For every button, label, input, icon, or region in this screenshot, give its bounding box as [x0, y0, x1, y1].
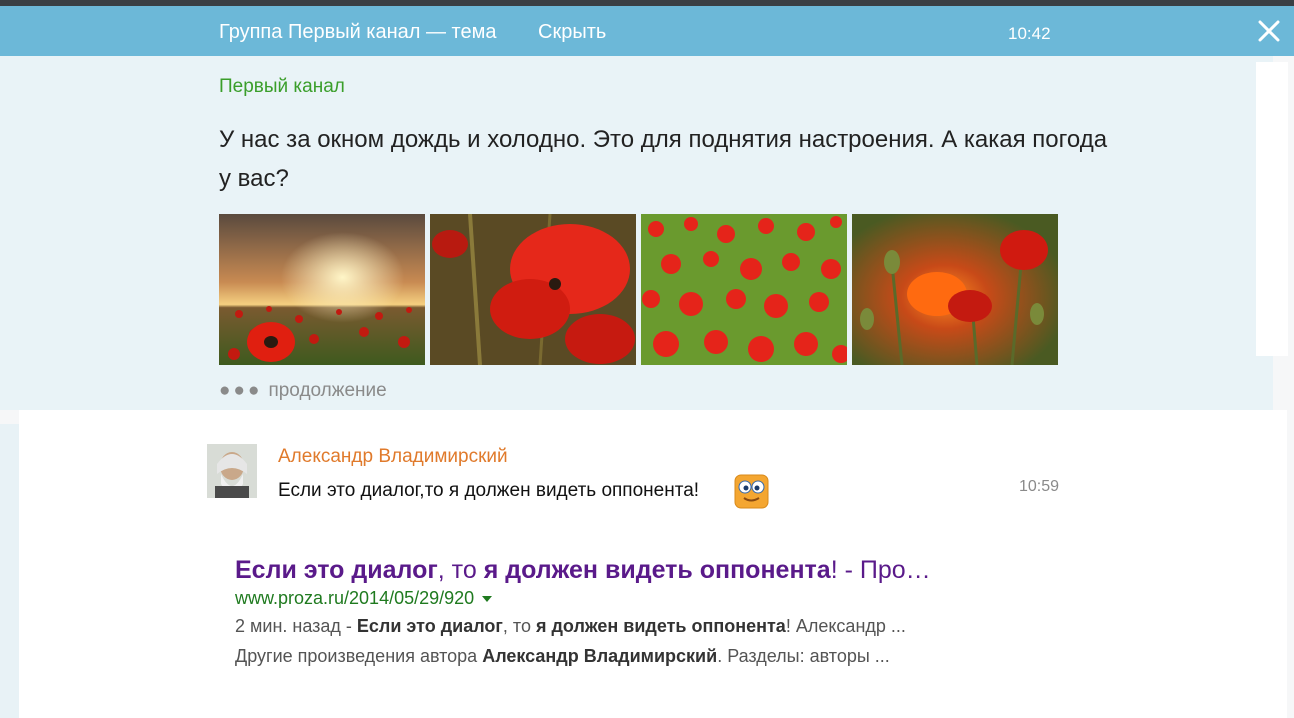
result-snippet-line-1: 2 мин. назад - Если это диалог, то я дол… [235, 612, 1035, 640]
text-part: Если это диалог [356, 616, 503, 636]
text-part: Александр Владимирский [482, 646, 718, 666]
avatar[interactable] [207, 444, 257, 498]
photo-poppy-buds-sunset[interactable] [852, 214, 1058, 365]
close-icon[interactable] [1256, 18, 1282, 44]
topic-header: Группа Первый канал — тема Скрыть 10:42 [0, 6, 1294, 56]
text-part: я должен видеть оппонента [483, 556, 831, 584]
continue-link[interactable]: ●●● продолжение [219, 380, 387, 402]
left-edge-panel [0, 424, 19, 718]
photo-poppy-field-sunset[interactable] [219, 214, 425, 365]
smiley-icon [734, 474, 769, 509]
text-part: ! Александр ... [785, 616, 906, 636]
text-part: . Разделы: авторы ... [717, 646, 890, 666]
photo-poppy-closeup[interactable] [430, 214, 636, 365]
text-part: Другие произведения автора [235, 646, 483, 666]
result-snippet-line-2: Другие произведения автора Александр Вла… [235, 642, 1035, 670]
comment-text: Если это диалог,то я должен видеть оппон… [278, 480, 700, 501]
dots-icon: ●●● [219, 380, 263, 401]
header-title: Группа Первый канал — тема [219, 21, 497, 43]
text-part: я должен видеть оппонента [535, 616, 786, 636]
result-url[interactable]: www.proza.ru/2014/05/29/920 [235, 586, 1035, 610]
topic-text: У нас за окном дождь и холодно. Это для … [219, 126, 1108, 192]
text-part: 2 мин. назад - [235, 616, 357, 636]
group-link[interactable]: Первый канал [219, 76, 345, 98]
comment-author[interactable]: Александр Владимирский [278, 446, 508, 468]
search-result-preview: Если это диалог, то я должен видеть оппо… [235, 554, 1035, 670]
result-title-link[interactable]: Если это диалог, то я должен видеть оппо… [235, 554, 1035, 586]
hide-button[interactable]: Скрыть [538, 21, 606, 44]
dropdown-triangle-icon[interactable] [482, 596, 493, 603]
header-time: 10:42 [1008, 24, 1051, 43]
result-url-text: www.proza.ru/2014/05/29/920 [235, 588, 475, 608]
text-part: , то [502, 616, 536, 636]
topic-panel: Первый канал У нас за окном дождь и холо… [0, 56, 1288, 410]
photo-poppy-field[interactable] [641, 214, 847, 365]
text-part: Если это диалог [235, 556, 438, 584]
comment-time: 10:59 [1019, 478, 1060, 495]
continue-label: продолжение [268, 380, 387, 401]
text-part: , то [437, 556, 484, 584]
text-part: ! - Про… [830, 556, 931, 584]
right-panel [1256, 62, 1288, 356]
